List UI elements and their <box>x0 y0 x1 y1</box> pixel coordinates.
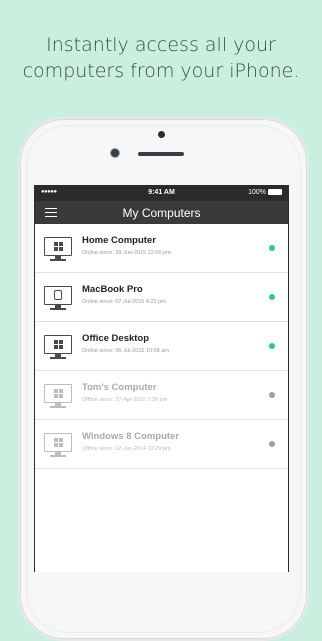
computer-list: Home Computer Online since: 29-Jun-2015 … <box>35 224 288 469</box>
computer-row-office-desktop[interactable]: Office Desktop Online since: 06-Jul-2015… <box>35 322 288 371</box>
status-bar: ●●●●● 9:41 AM 100% <box>35 185 288 201</box>
computer-name: MacBook Pro <box>82 284 143 295</box>
online-status-dot <box>269 294 275 300</box>
computer-row-macbook-pro[interactable]: MacBook Pro Online since: 07-Jul-2015 4:… <box>35 273 288 322</box>
computer-name: Office Desktop <box>82 333 150 344</box>
battery-percent: 100% <box>248 189 266 196</box>
page-title: My Computers <box>122 206 201 220</box>
marketing-headline: Instantly access all your computers from… <box>0 32 322 84</box>
computer-status-since: Offline since: 02-Jan-2014 12:29 pm <box>82 446 171 452</box>
battery-indicator: 100% <box>248 189 282 196</box>
computer-status-since: Offline since: 27-Apr-2015 7:36 pm <box>82 397 168 403</box>
offline-status-dot <box>269 392 275 398</box>
computer-status-since: Online since: 29-Jun-2015 12:00 pm <box>82 250 171 256</box>
computer-name: Windows 8 Computer <box>82 431 180 442</box>
front-lens-icon <box>111 149 119 157</box>
computer-row-windows-8-computer[interactable]: Windows 8 Computer Offline since: 02-Jan… <box>35 420 288 469</box>
camera-icon <box>158 131 165 138</box>
online-status-dot <box>269 343 275 349</box>
nav-bar: My Computers <box>35 201 288 224</box>
phone-screen: ●●●●● 9:41 AM 100% My Computers Home Com… <box>34 185 289 572</box>
computer-status-since: Online since: 06-Jul-2015 10:58 am <box>82 348 169 354</box>
computer-name: Home Computer <box>82 235 156 246</box>
apple-monitor-icon <box>44 286 72 311</box>
windows-monitor-icon <box>44 433 72 458</box>
offline-status-dot <box>269 441 275 447</box>
computer-row-home-computer[interactable]: Home Computer Online since: 29-Jun-2015 … <box>35 224 288 273</box>
headline-line-1: Instantly access all your <box>46 34 276 56</box>
battery-icon <box>268 189 282 196</box>
speaker-grille <box>138 152 184 156</box>
windows-monitor-icon <box>44 237 72 262</box>
headline-line-2: computers from your iPhone. <box>22 60 300 82</box>
windows-monitor-icon <box>44 335 72 360</box>
computer-status-since: Online since: 07-Jul-2015 4:21 pm <box>82 299 166 305</box>
computer-row-toms-computer[interactable]: Tom's Computer Offline since: 27-Apr-201… <box>35 371 288 420</box>
online-status-dot <box>269 245 275 251</box>
computer-name: Tom's Computer <box>82 382 157 393</box>
windows-monitor-icon <box>44 384 72 409</box>
